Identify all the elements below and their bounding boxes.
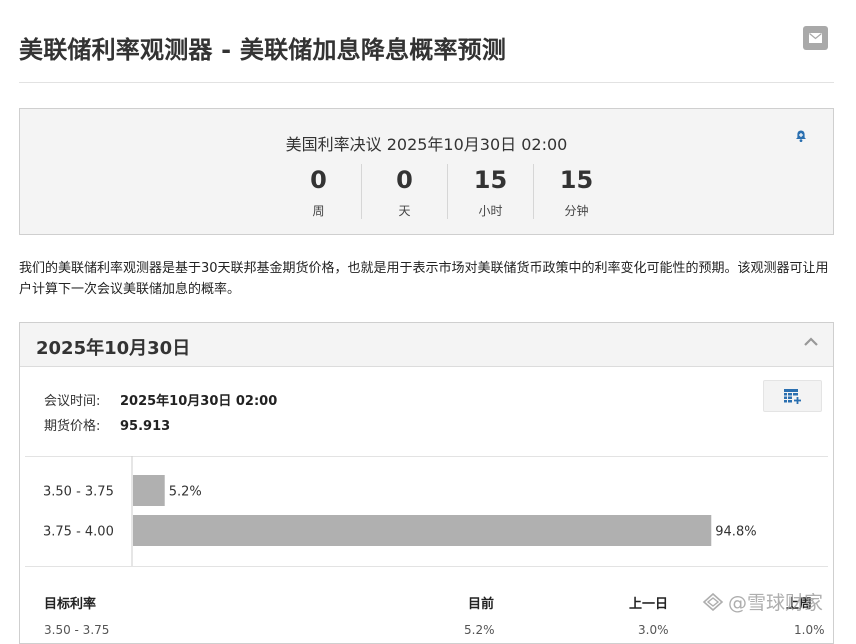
chevron-up-icon[interactable] — [803, 336, 819, 348]
probability-bar[interactable] — [133, 515, 712, 546]
description-text: 我们的美联储利率观测器是基于30天联邦基金期货价格，也就是用于表示市场对美联储货… — [19, 261, 829, 297]
countdown-box: 美国利率决议 2025年10月30日 02:00 0 周 0 天 15 小时 1… — [19, 108, 834, 235]
table-cell-rate: 3.50 - 3.75 — [44, 623, 110, 637]
meeting-time-value: 2025年10月30日 02:00 — [120, 394, 278, 409]
bar-value-label: 5.2% — [169, 485, 202, 500]
futures-price-value: 95.913 — [120, 419, 171, 434]
countdown-label: 小时 — [478, 204, 503, 218]
bell-plus-icon[interactable] — [794, 129, 808, 143]
column-header-current[interactable]: 目前 — [468, 593, 494, 612]
title-divider — [19, 82, 834, 83]
countdown-value: 15 — [559, 166, 594, 194]
countdown-units: 0 周 0 天 15 小时 15 分钟 — [276, 164, 619, 219]
countdown-label: 分钟 — [564, 204, 589, 218]
column-header-prev-day[interactable]: 上一日 — [629, 593, 668, 612]
table-add-icon — [783, 388, 801, 404]
countdown-hours: 15 小时 — [447, 164, 533, 219]
countdown-minutes: 15 分钟 — [533, 164, 619, 219]
table-view-button[interactable] — [763, 380, 822, 412]
countdown-label: 周 — [312, 204, 325, 218]
email-button[interactable] — [803, 26, 828, 50]
meeting-time-label: 会议时间: — [44, 394, 101, 409]
diamond-logo-icon — [702, 592, 724, 611]
countdown-days: 0 天 — [361, 164, 447, 219]
countdown-title: 美国利率决议 2025年10月30日 02:00 — [285, 135, 568, 154]
chart-bottom-divider — [25, 566, 828, 567]
probability-chart: 3.50 - 3.75 5.2% 3.75 - 4.00 94.8% — [43, 456, 757, 566]
countdown-value: 0 — [310, 166, 327, 194]
bar-category-label: 3.50 - 3.75 — [43, 485, 114, 500]
bar-category-label: 3.75 - 4.00 — [43, 525, 114, 540]
countdown-value: 15 — [473, 166, 508, 194]
watermark: @雪球财家 — [702, 588, 823, 615]
page-title: 美联储利率观测器 - 美联储加息降息概率预测 — [19, 36, 507, 64]
panel-header[interactable]: 2025年10月30日 — [20, 323, 833, 367]
futures-price-label: 期货价格: — [44, 419, 101, 434]
probability-bar[interactable] — [133, 475, 165, 506]
countdown-value: 0 — [396, 166, 413, 194]
table-cell-prev-day: 3.0% — [638, 623, 669, 637]
bar-value-label: 94.8% — [715, 525, 756, 540]
meeting-date-heading: 2025年10月30日 — [36, 338, 191, 359]
watermark-text: @雪球财家 — [728, 592, 824, 614]
column-header-target-rate[interactable]: 目标利率 — [44, 593, 96, 612]
countdown-weeks: 0 周 — [276, 164, 361, 219]
table-cell-prev-week: 1.0% — [794, 623, 825, 637]
meeting-info: 会议时间: 2025年10月30日 02:00 期货价格: 95.913 — [44, 389, 277, 439]
envelope-icon — [809, 33, 822, 43]
countdown-label: 天 — [398, 204, 411, 218]
table-cell-current: 5.2% — [464, 623, 495, 637]
